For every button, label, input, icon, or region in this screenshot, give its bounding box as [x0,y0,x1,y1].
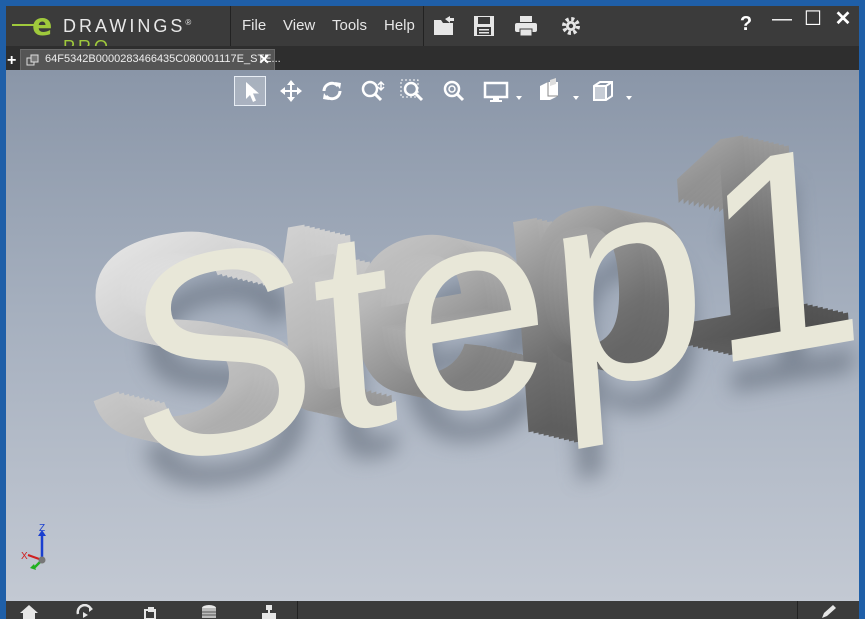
assembly-icon [26,54,39,66]
display-style-tool[interactable] [480,76,522,106]
chevron-down-icon [516,96,522,100]
bottom-toolbar [6,601,859,619]
display-style-icon [483,81,509,102]
help-button[interactable]: ? [732,14,760,34]
zoom-to-fit-icon [443,80,465,102]
save-icon[interactable] [471,14,497,38]
logo-reg: ® [185,18,195,27]
logo-word: DRAWINGS [63,16,186,36]
tab-label: 64F5342B0000283466435C080001117E_STE... [45,53,281,65]
rotate-tool[interactable] [316,76,348,106]
open-icon[interactable] [431,14,457,38]
menu-file[interactable]: File [242,6,266,46]
title-bar: e DRAWINGS® PRO File View Tools Help [6,6,859,57]
select-icon [246,82,259,102]
logo-arrow [12,24,34,26]
divider [297,601,298,619]
select-tool[interactable] [234,76,266,106]
document-tab[interactable]: 64F5342B0000283466435C080001117E_STE... … [20,49,281,71]
view-orientation-tool[interactable] [587,76,632,106]
view-orientation-icon [593,81,613,101]
rotate-icon [322,81,342,101]
menu-help[interactable]: Help [384,6,415,46]
model-text: Step1 [116,79,859,530]
app-window: e DRAWINGS® PRO File View Tools Help [6,6,859,619]
chevron-down-icon [626,96,632,100]
new-tab-button[interactable]: + [7,52,16,70]
menu-tools[interactable]: Tools [332,6,367,46]
settings-icon[interactable] [558,14,584,38]
model-viewport[interactable]: Step1 Step1 Step1 Step1 Step1 Step1 Step… [6,70,859,601]
logo-e: e [32,8,53,43]
maximize-button[interactable]: ☐ [799,9,827,29]
zoom-icon [361,80,385,102]
close-button[interactable]: ✕ [829,9,857,29]
sectioning-tool[interactable] [534,76,579,106]
zoom-to-fit-tool[interactable] [438,76,470,106]
minimize-button[interactable]: — [768,9,796,29]
edrawings-logo: e DRAWINGS® PRO [6,6,231,57]
zoom-to-area-tool[interactable] [397,76,429,106]
chevron-down-icon [573,96,579,100]
home-icon[interactable] [18,604,40,619]
triad-x-label: X [21,551,28,562]
animate-icon[interactable] [74,604,96,619]
layers-icon[interactable] [198,604,220,619]
pan-tool[interactable] [275,76,307,106]
explode-icon[interactable] [258,604,280,619]
sectioning-icon [540,78,558,100]
tab-bar: 64F5342B0000283466435C080001117E_STE... … [6,46,859,71]
print-icon[interactable] [513,14,539,38]
divider [797,601,798,619]
markup-icon[interactable] [818,604,840,619]
pan-icon [280,80,302,102]
triad-z-label: Z [39,523,45,534]
zoom-to-area-icon [400,79,424,102]
model-step1[interactable]: Step1 Step1 Step1 Step1 Step1 Step1 Step… [6,70,859,601]
zoom-tool[interactable] [357,76,389,106]
divider [423,6,424,46]
menu-view[interactable]: View [283,6,315,46]
tab-close-icon[interactable]: ✕ [258,51,270,68]
parts-icon[interactable] [139,604,161,619]
axis-triad: Z X [21,523,46,570]
